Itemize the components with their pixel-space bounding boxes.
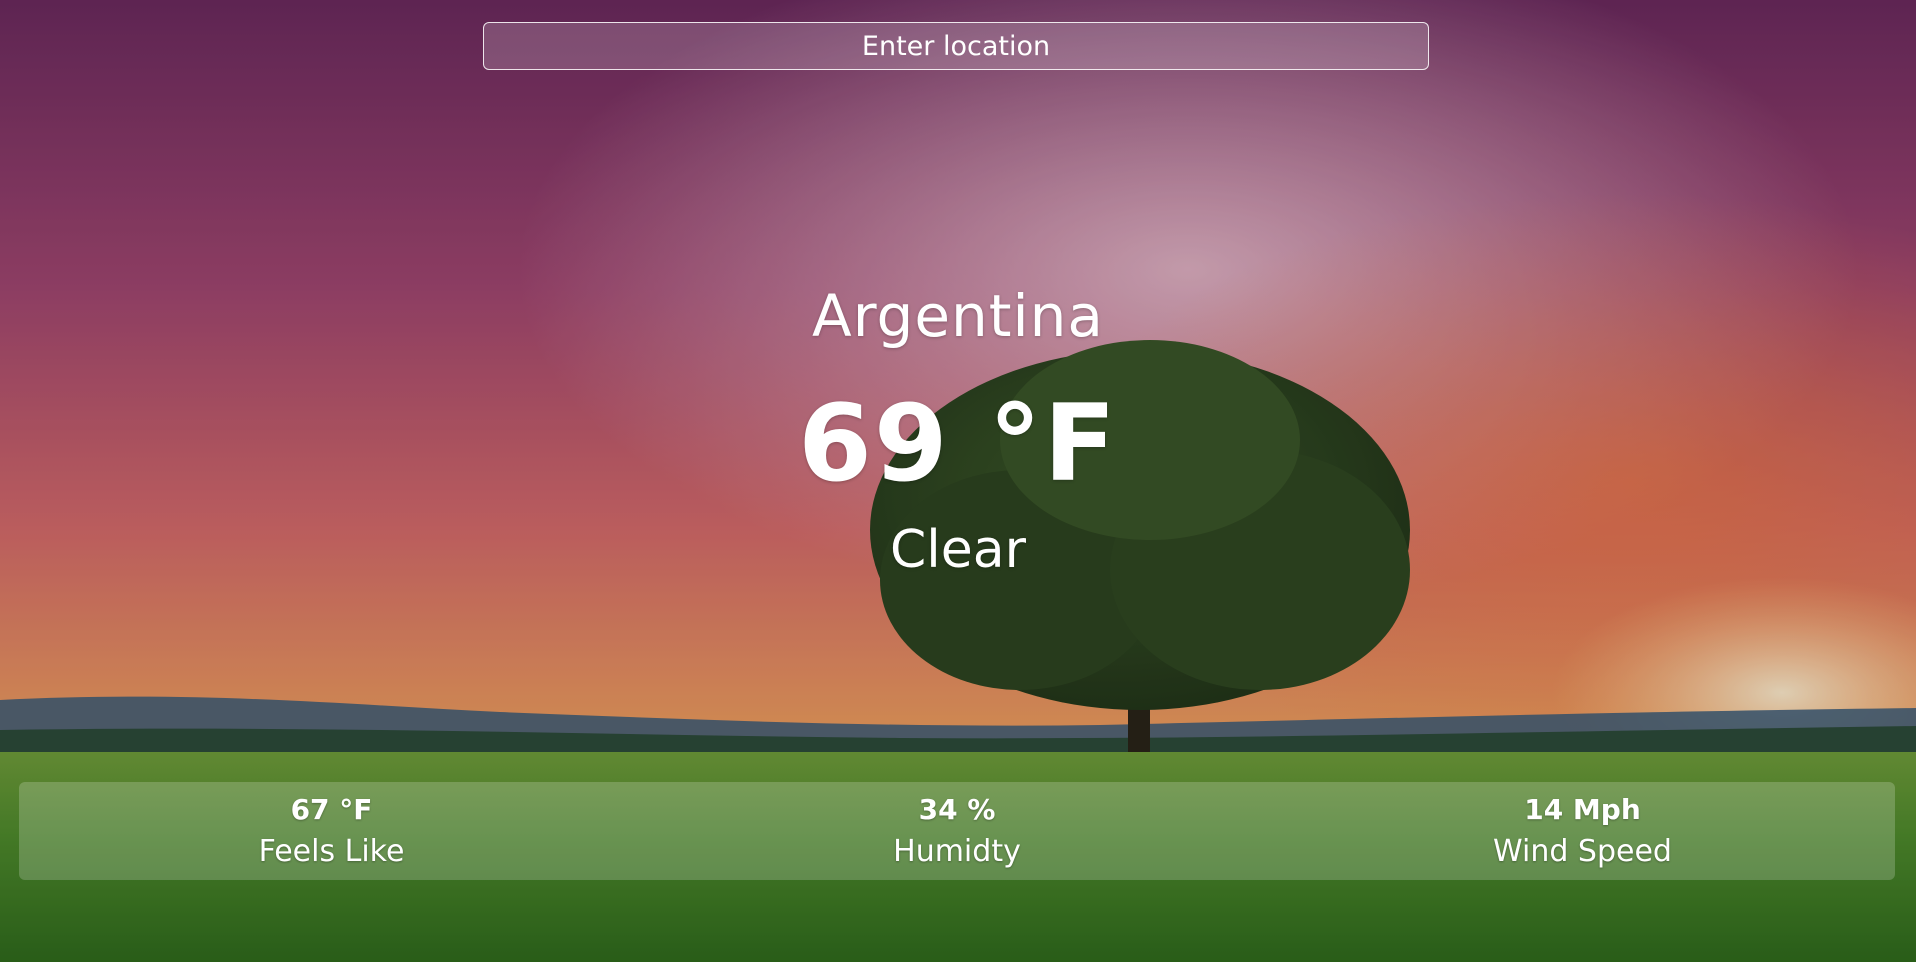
feels-like-stat: 67 °F Feels Like (19, 793, 644, 869)
humidity-stat: 34 % Humidty (645, 793, 1270, 869)
location-name: Argentina (812, 282, 1104, 350)
location-input[interactable] (484, 22, 1428, 70)
weather-app: Argentina 69 °F Clear 67 °F Feels Like 3… (0, 0, 1916, 962)
current-temperature: 69 °F (798, 382, 1118, 505)
feels-like-label: Feels Like (258, 834, 405, 869)
humidity-value: 34 % (918, 793, 996, 826)
location-search-box[interactable] (483, 22, 1429, 70)
weather-stats-panel: 67 °F Feels Like 34 % Humidty 14 Mph Win… (19, 782, 1895, 880)
humidity-label: Humidty (893, 834, 1021, 869)
wind-speed-value: 14 Mph (1524, 793, 1641, 826)
feels-like-value: 67 °F (290, 793, 373, 826)
wind-speed-stat: 14 Mph Wind Speed (1270, 793, 1895, 869)
weather-condition: Clear (890, 520, 1026, 580)
wind-speed-label: Wind Speed (1493, 834, 1672, 869)
